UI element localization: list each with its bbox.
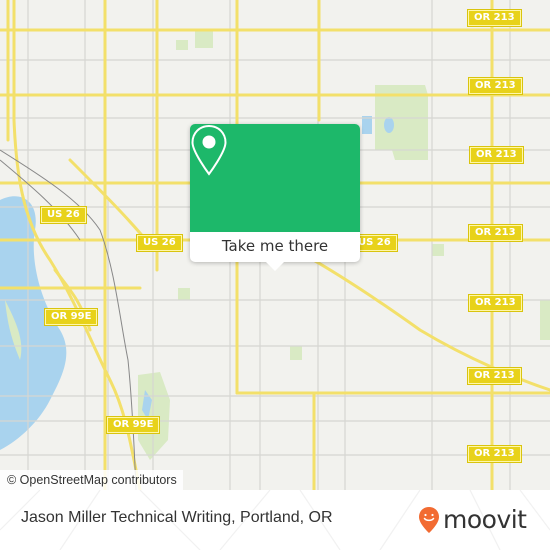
- moovit-wordmark: moovit: [443, 505, 527, 534]
- location-popup: Take me there: [190, 124, 360, 271]
- park-b: [176, 40, 188, 50]
- take-me-there-button[interactable]: Take me there: [190, 232, 360, 262]
- lake-small: [362, 116, 372, 134]
- highway-shield-or213: OR 213: [467, 367, 522, 385]
- highway-shield-or213: OR 213: [468, 294, 523, 312]
- highway-shield-or213: OR 213: [468, 224, 523, 242]
- popup-header: [190, 124, 360, 232]
- highway-shield-or213: OR 213: [469, 146, 524, 164]
- popup-pointer: [266, 262, 284, 271]
- highway-shield-or213: OR 213: [467, 9, 522, 27]
- park-e: [178, 288, 190, 300]
- park-f: [432, 244, 444, 256]
- highway-shield-or213: OR 213: [467, 445, 522, 463]
- map-attribution[interactable]: © OpenStreetMap contributors: [0, 470, 183, 490]
- highway-shield-or213: OR 213: [468, 77, 523, 95]
- highway-shield-or99e: OR 99E: [105, 416, 161, 434]
- park-d: [290, 346, 302, 360]
- footer-bar: Jason Miller Technical Writing, Portland…: [0, 490, 550, 550]
- map-pin-icon: [191, 124, 227, 176]
- place-title: Jason Miller Technical Writing, Portland…: [21, 509, 333, 526]
- moovit-logo[interactable]: moovit: [418, 506, 527, 534]
- park-south: [138, 372, 170, 460]
- moovit-smile-pin-icon: [419, 507, 439, 533]
- pond: [384, 117, 394, 133]
- park-a: [195, 30, 213, 48]
- highway-shield-or99e: OR 99E: [43, 308, 99, 326]
- highway-shield-us26: US 26: [136, 234, 183, 252]
- park-c: [540, 300, 550, 340]
- map-canvas[interactable]: OR 213 OR 213 OR 213 OR 213 OR 213 OR 21…: [0, 0, 550, 490]
- highway-shield-us26: US 26: [40, 206, 87, 224]
